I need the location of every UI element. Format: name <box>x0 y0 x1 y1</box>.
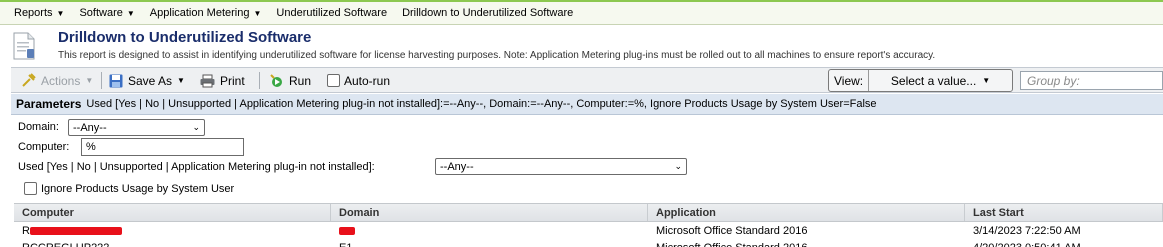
table-header: Computer Domain Application Last Start <box>14 203 1163 222</box>
cell-last-start: 3/14/2023 7:22:50 AM <box>973 224 1081 237</box>
chevron-down-icon: ▼ <box>85 76 94 85</box>
parameters-bar[interactable]: Parameters Used [Yes | No | Unsupported … <box>11 94 1163 115</box>
report-toolbar: Actions ▼ Save As ▼ Print Run Auto-run Vie… <box>11 67 1163 93</box>
ignore-system-user-option[interactable]: Ignore Products Usage by System User <box>24 182 234 195</box>
report-document-icon <box>13 32 35 60</box>
view-label: View: <box>829 70 870 91</box>
breadcrumb-reports[interactable]: Reports ▼ <box>14 7 64 19</box>
auto-run-toggle[interactable]: Auto-run <box>327 68 390 93</box>
ignore-system-user-checkbox[interactable] <box>24 182 37 195</box>
report-header: Drilldown to Underutilized Software This… <box>0 26 1163 66</box>
cell-domain <box>331 222 648 239</box>
redaction-mark <box>339 226 355 235</box>
column-header-computer[interactable]: Computer <box>14 204 331 221</box>
cell-computer[interactable]: R <box>14 222 331 239</box>
printer-icon <box>200 74 215 87</box>
domain-select[interactable]: --Any-- ⌄ <box>68 119 205 136</box>
toolbar-divider <box>259 72 260 89</box>
used-select[interactable]: --Any-- ⌄ <box>435 158 687 175</box>
breadcrumb: Reports ▼ Software ▼ Application Metering ▼… <box>0 0 1163 25</box>
chevron-down-icon: ⌄ <box>192 122 200 132</box>
column-header-domain[interactable]: Domain <box>331 204 648 221</box>
redaction-mark <box>29 226 122 235</box>
computer-label: Computer: <box>18 141 70 153</box>
parameters-label: Parameters <box>16 97 82 111</box>
cell-application: Microsoft Office Standard 2016 <box>656 224 808 237</box>
table-row[interactable]: R Microsoft Office Standard 2016 3/14/20… <box>14 222 1163 239</box>
chevron-down-icon: ▼ <box>982 76 991 85</box>
actions-button[interactable]: Actions ▼ <box>21 68 93 93</box>
results-table: Computer Domain Application Last Start R… <box>14 203 1163 247</box>
computer-input[interactable]: % <box>81 138 244 156</box>
breadcrumb-software[interactable]: Software ▼ <box>79 7 134 19</box>
cell-domain: E1 <box>331 239 648 247</box>
chevron-down-icon: ▼ <box>253 8 262 18</box>
chevron-down-icon: ▼ <box>56 8 65 18</box>
parameters-summary: Used [Yes | No | Unsupported | Applicati… <box>86 98 877 110</box>
cell-computer[interactable]: RCCREGLUP222 <box>14 239 331 247</box>
domain-label: Domain: <box>18 121 59 133</box>
chevron-down-icon: ▼ <box>126 8 135 18</box>
breadcrumb-application-metering[interactable]: Application Metering ▼ <box>150 7 262 19</box>
chevron-down-icon: ▼ <box>177 76 185 85</box>
run-icon <box>270 74 282 87</box>
save-icon <box>109 74 123 87</box>
table-row[interactable]: RCCREGLUP222 E1 Microsoft Office Standar… <box>14 239 1163 247</box>
cell-application: Microsoft Office Standard 2016 <box>648 239 965 247</box>
save-as-button[interactable]: Save As ▼ <box>109 68 185 93</box>
chevron-down-icon: ⌄ <box>674 161 682 171</box>
view-selector: View: Select a value... ▼ <box>828 69 1013 92</box>
used-label: Used [Yes | No | Unsupported | Applicati… <box>18 161 375 173</box>
print-button[interactable]: Print <box>200 68 245 93</box>
column-header-last-start[interactable]: Last Start <box>965 204 1163 221</box>
breadcrumb-drilldown[interactable]: Drilldown to Underutilized Software <box>402 7 573 19</box>
cell-last-start: 4/20/2023 0:50:41 AM <box>965 239 1163 247</box>
toolbar-divider <box>101 72 102 89</box>
breadcrumb-underutilized-software[interactable]: Underutilized Software <box>276 7 387 19</box>
page-title: Drilldown to Underutilized Software <box>58 29 312 46</box>
auto-run-checkbox[interactable] <box>327 74 340 87</box>
column-header-application[interactable]: Application <box>648 204 965 221</box>
actions-icon <box>22 73 36 87</box>
view-dropdown[interactable]: Select a value... ▼ <box>869 74 1012 88</box>
run-button[interactable]: Run <box>269 68 311 93</box>
group-by-input[interactable]: Group by: <box>1020 71 1163 90</box>
page-description: This report is designed to assist in ide… <box>58 50 936 61</box>
